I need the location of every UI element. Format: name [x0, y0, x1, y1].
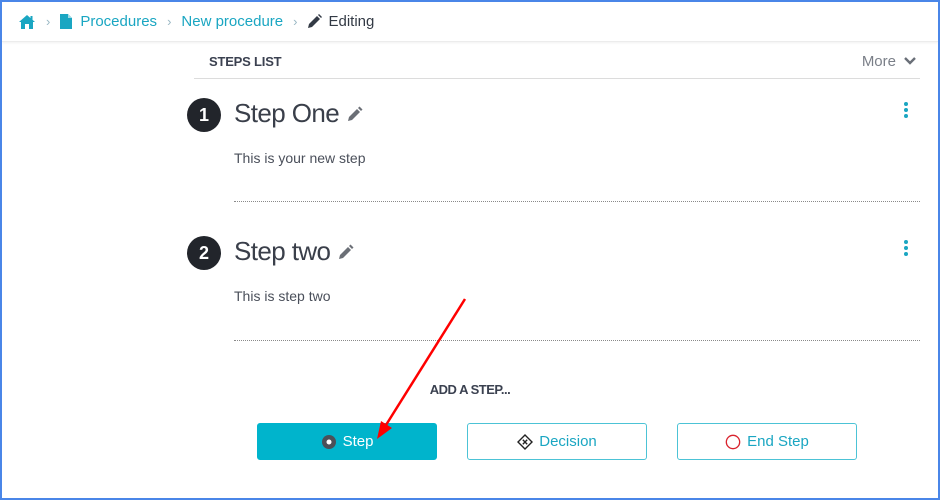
pencil-icon — [307, 14, 323, 29]
step-title-text: Step One — [234, 98, 340, 128]
steps-list-title: STEPS LIST — [209, 53, 282, 69]
step-title: Step two — [234, 236, 354, 267]
step-menu-icon[interactable] — [902, 240, 910, 256]
add-step-button[interactable]: Step — [257, 423, 437, 460]
step-divider — [234, 340, 920, 341]
steps-panel: STEPS LIST More — [194, 44, 920, 79]
breadcrumb-separator: › — [293, 14, 298, 29]
circle-outline-icon — [725, 434, 741, 450]
steps-list-header: STEPS LIST More — [194, 44, 920, 79]
home-icon[interactable] — [18, 14, 36, 30]
breadcrumb-separator: › — [46, 14, 51, 29]
chevron-down-icon — [904, 56, 916, 66]
step-menu-icon[interactable] — [902, 102, 910, 118]
more-label: More — [861, 52, 896, 70]
step-description: This is your new step — [234, 150, 366, 166]
edit-pencil-icon[interactable] — [347, 106, 363, 122]
add-step-label: ADD A STEP... — [429, 382, 511, 397]
step-title-text: Step two — [234, 236, 331, 266]
add-decision-button-label: Decision — [539, 433, 597, 450]
breadcrumb-editing: Editing — [328, 13, 375, 30]
add-decision-button[interactable]: Decision — [467, 423, 647, 460]
breadcrumb: › Procedures › New procedure › Editing — [2, 2, 938, 42]
breadcrumb-separator: › — [167, 14, 172, 29]
edit-pencil-icon[interactable] — [338, 244, 354, 260]
breadcrumb-new-procedure[interactable]: New procedure — [181, 13, 283, 30]
more-dropdown[interactable]: More — [862, 53, 920, 70]
step-description: This is step two — [234, 288, 331, 304]
add-step-button-label: Step — [342, 433, 374, 450]
add-end-step-button-label: End Step — [747, 433, 809, 450]
step-number-badge: 1 — [187, 98, 221, 132]
add-end-step-button[interactable]: End Step — [677, 423, 857, 460]
breadcrumb-procedures[interactable]: Procedures — [80, 13, 157, 30]
step-number-badge: 2 — [187, 236, 221, 270]
step-title: Step One — [234, 98, 363, 129]
step-divider — [234, 201, 920, 202]
diamond-x-icon — [517, 433, 534, 450]
radio-dot-icon — [321, 434, 337, 450]
document-icon — [60, 14, 73, 29]
